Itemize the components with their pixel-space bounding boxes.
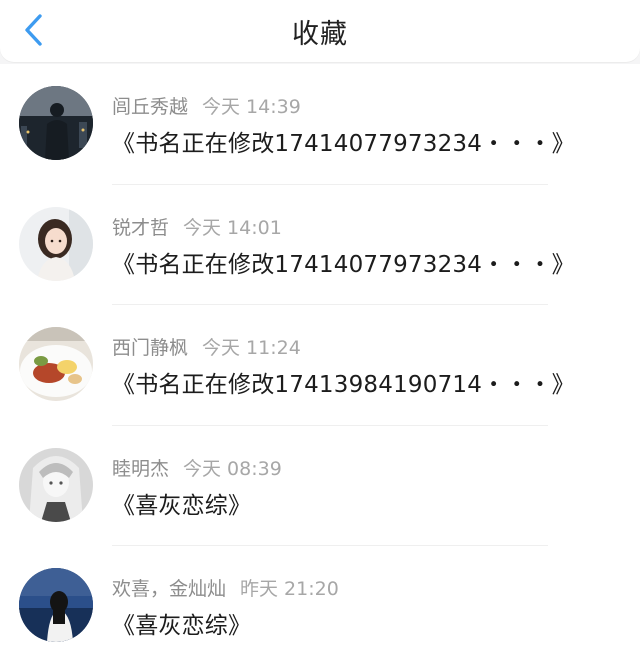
item-meta: 锐才哲 今天 14:01 xyxy=(112,213,282,240)
timestamp: 今天 08:39 xyxy=(183,457,282,480)
timestamp: 昨天 21:20 xyxy=(240,578,339,600)
book-title[interactable]: 《书名正在修改17414077973234・・・》 xyxy=(112,124,575,158)
timestamp: 今天 14:39 xyxy=(202,96,301,118)
item-meta: 睦明杰 今天 08:39 xyxy=(112,454,282,481)
avatar[interactable] xyxy=(19,206,93,281)
avatar[interactable] xyxy=(19,327,93,401)
book-title[interactable]: 《书名正在修改17413984190714・・・》 xyxy=(112,365,575,399)
navigation-bar: 收藏 xyxy=(0,0,640,62)
item-meta: 西门静枫 今天 11:24 xyxy=(112,333,301,360)
list-item[interactable]: 西门静枫 今天 11:24 《书名正在修改17413984190714・・・》 xyxy=(0,305,640,426)
item-meta: 欢喜，金灿灿 昨天 21:20 xyxy=(112,574,339,601)
user-name: 睦明杰 xyxy=(112,457,170,480)
list-item[interactable]: 睦明杰 今天 08:39 《喜灰恋综》 xyxy=(0,426,640,546)
item-meta: 闾丘秀越 今天 14:39 xyxy=(112,92,301,119)
book-title[interactable]: 《喜灰恋综》 xyxy=(112,486,251,520)
timestamp: 今天 11:24 xyxy=(202,337,301,359)
page-title: 收藏 xyxy=(292,19,348,50)
list-item[interactable]: 锐才哲 今天 14:01 《书名正在修改17414077973234・・・》 xyxy=(0,185,640,305)
list-item[interactable]: 欢喜，金灿灿 昨天 21:20 《喜灰恋综》 xyxy=(0,546,640,667)
avatar[interactable] xyxy=(19,86,93,160)
user-name: 西门静枫 xyxy=(112,337,189,359)
avatar[interactable] xyxy=(19,447,93,522)
book-title[interactable]: 《喜灰恋综》 xyxy=(112,606,251,640)
book-title[interactable]: 《书名正在修改17414077973234・・・》 xyxy=(112,245,575,279)
list-item[interactable]: 闾丘秀越 今天 14:39 《书名正在修改17414077973234・・・》 xyxy=(0,64,640,185)
avatar[interactable] xyxy=(19,568,93,642)
favorites-list: 闾丘秀越 今天 14:39 《书名正在修改17414077973234・・・》 锐… xyxy=(0,64,640,668)
user-name: 锐才哲 xyxy=(112,216,170,239)
user-name: 欢喜，金灿灿 xyxy=(112,578,227,600)
timestamp: 今天 14:01 xyxy=(183,216,282,239)
user-name: 闾丘秀越 xyxy=(112,96,189,118)
